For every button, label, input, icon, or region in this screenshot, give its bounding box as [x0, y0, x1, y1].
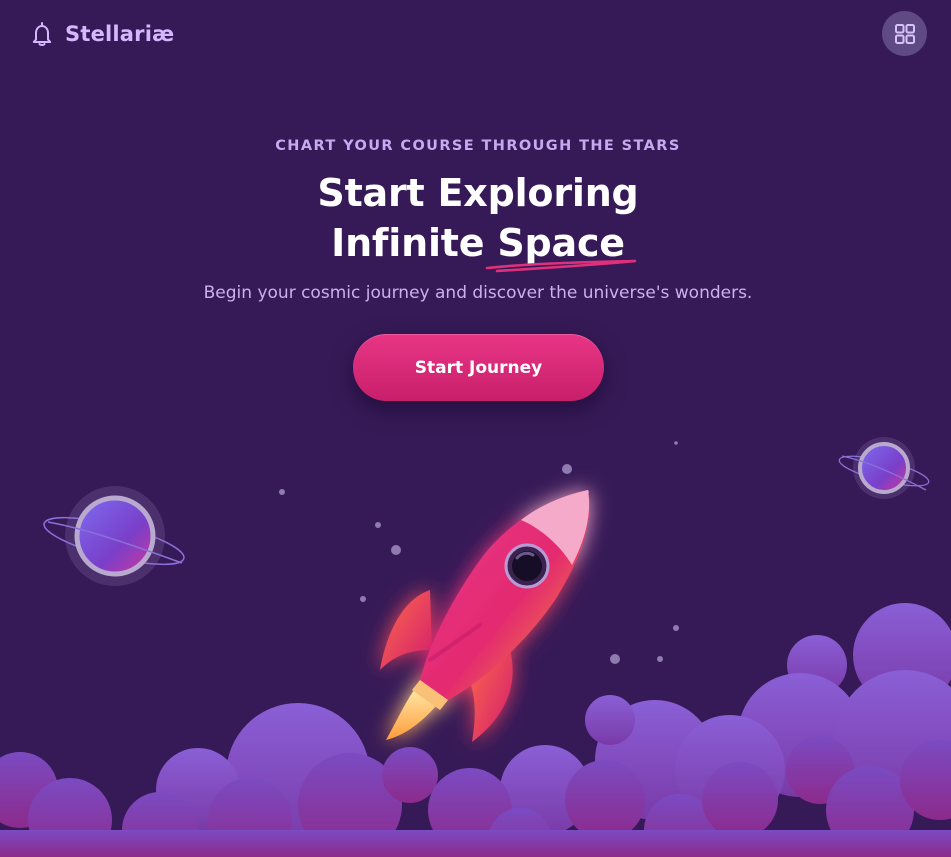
hero-title-line1: Start Exploring — [317, 171, 639, 215]
clouds-back — [156, 603, 951, 847]
stars — [279, 441, 679, 664]
brand-name: Stellariæ — [65, 22, 175, 46]
hero-title: Start Exploring Infinite Space — [0, 168, 951, 273]
space-illustration — [0, 437, 951, 857]
planet-left — [43, 486, 185, 586]
hero-title-accent: Space — [486, 218, 637, 273]
bell-icon — [31, 21, 53, 47]
hero-title-line2: Infinite Space — [0, 218, 951, 273]
hero-title-plain: Infinite — [331, 221, 498, 265]
apps-menu-button[interactable] — [882, 11, 927, 56]
hero-eyebrow: CHART YOUR COURSE THROUGH THE STARS — [275, 138, 681, 154]
start-journey-button[interactable]: Start Journey — [353, 334, 604, 401]
grid-icon — [894, 23, 916, 45]
rocket — [380, 490, 590, 742]
planet-right — [838, 437, 930, 499]
brand-logo[interactable]: Stellariæ — [31, 19, 174, 49]
hero-subtitle: Begin your cosmic journey and discover t… — [203, 283, 753, 303]
clouds-front — [0, 736, 951, 857]
hero-title-accent-word: Space — [497, 221, 625, 265]
